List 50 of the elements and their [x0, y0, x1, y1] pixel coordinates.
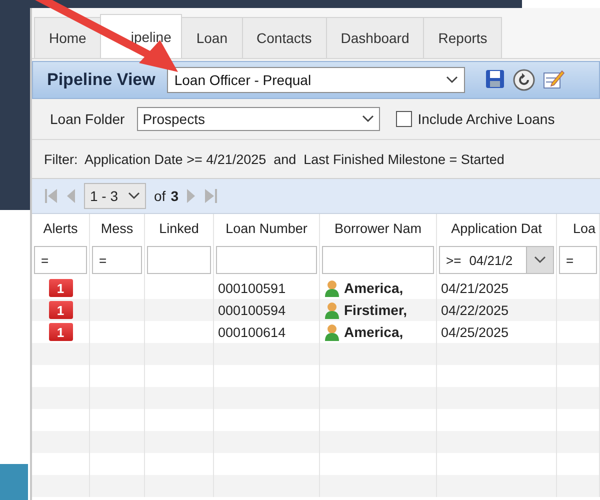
chevron-icon	[446, 76, 458, 84]
first-page-icon[interactable]	[44, 188, 58, 204]
table-cell: 000100594	[218, 302, 286, 318]
alert-badge[interactable]: 1	[48, 279, 72, 297]
folder-label: Loan Folder	[50, 111, 125, 127]
table-cell: 04/21/2025	[441, 280, 509, 296]
person-icon	[324, 279, 340, 297]
tab[interactable]: Dashboard	[340, 30, 410, 46]
tab[interactable]: Loan	[196, 30, 228, 46]
tab[interactable]: Contacts	[256, 30, 312, 46]
tab[interactable]: ipeline	[130, 28, 172, 44]
chevron-icon	[362, 115, 374, 123]
page-range-dropdown[interactable]: 1 - 3	[84, 183, 146, 209]
edit-icon[interactable]	[543, 69, 566, 89]
folder-dropdown[interactable]: Prospects	[136, 107, 380, 131]
tab[interactable]: Home	[49, 30, 86, 46]
view-dropdown[interactable]: Loan Officer - Prequal	[167, 67, 466, 93]
previous-icon[interactable]	[66, 188, 76, 204]
next-icon[interactable]	[186, 188, 196, 204]
reset-icon[interactable]	[513, 69, 536, 91]
table-cell: America,	[344, 280, 404, 296]
table-cell: 000100591	[218, 280, 286, 296]
table-cell: Firstimer,	[344, 302, 408, 318]
table-cell: 000100614	[218, 324, 286, 340]
backdrop-panel	[0, 464, 28, 500]
tab[interactable]: Reports	[438, 30, 488, 46]
save-icon[interactable]	[485, 69, 506, 89]
checkbox-label: Include Archive Loans	[418, 111, 555, 127]
last-page-icon[interactable]	[204, 188, 218, 204]
chevron-icon	[128, 192, 140, 200]
column-filter-field[interactable]	[147, 246, 211, 274]
view-title: Pipeline View	[47, 70, 156, 90]
person-icon	[324, 323, 340, 341]
column-filter-field[interactable]: =	[34, 246, 87, 274]
alert-badge[interactable]: 1	[48, 323, 72, 341]
column-filter-field[interactable]	[216, 246, 317, 274]
column-filter-field[interactable]	[322, 246, 434, 274]
person-icon	[324, 301, 340, 319]
table-cell: America,	[344, 324, 404, 340]
column-filter-field[interactable]: =	[92, 246, 142, 274]
table-cell: 04/25/2025	[441, 324, 509, 340]
page-of-label: of	[154, 188, 166, 204]
alert-badge[interactable]: 1	[48, 301, 72, 319]
archive-checkbox[interactable]	[396, 111, 412, 127]
chevron-icon	[534, 256, 546, 264]
table-cell: 04/22/2025	[441, 302, 509, 318]
page-total: 3	[170, 188, 178, 204]
column-filter-field[interactable]: >= 04/21/2	[439, 246, 554, 274]
column-filter-field[interactable]: =	[559, 246, 597, 274]
filter-summary: Filter: Application Date >= 4/21/2025 and Last Finished Milestone = Started	[44, 152, 504, 166]
